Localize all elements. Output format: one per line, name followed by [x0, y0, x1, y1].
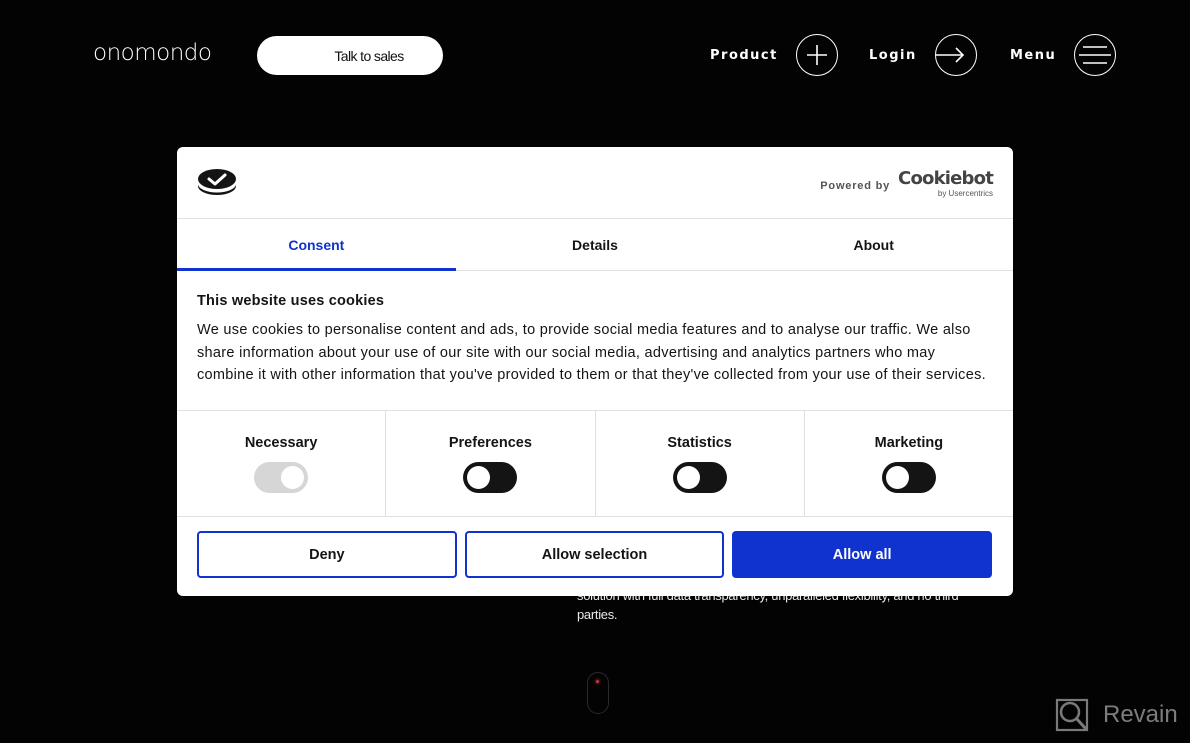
nav-menu-label: Menu: [1010, 47, 1057, 63]
category-necessary: Necessary: [177, 411, 387, 516]
necessary-toggle: [254, 462, 309, 493]
cookie-consent-dialog: Powered by Cookiebot by Usercentrics Con…: [177, 147, 1013, 596]
revain-watermark: Revain: [1055, 698, 1178, 732]
scroll-dot: [596, 680, 599, 683]
marketing-toggle[interactable]: [881, 462, 936, 493]
allow-all-button[interactable]: Allow all: [732, 531, 993, 578]
category-preferences: Preferences: [386, 411, 596, 516]
onomondo-logo[interactable]: onomondo: [93, 40, 212, 66]
consent-title: This website uses cookies: [197, 293, 385, 309]
arrow-right-icon[interactable]: [934, 34, 977, 76]
consent-body: This website uses cookies We use cookies…: [177, 271, 1013, 411]
talk-to-sales-button[interactable]: Talk to sales: [257, 36, 443, 75]
nav-product-label: Product: [710, 47, 778, 63]
category-label: Statistics: [667, 435, 732, 451]
toggle-knob: [281, 466, 305, 489]
cookiebot-brand: Cookiebot by Usercentrics: [898, 168, 994, 199]
plus-icon[interactable]: [795, 34, 838, 76]
scroll-mouse-icon: [587, 672, 609, 714]
dialog-header: Powered by Cookiebot by Usercentrics: [177, 147, 1013, 219]
category-label: Marketing: [874, 435, 944, 451]
cookiebot-check-icon: [198, 169, 236, 195]
category-statistics: Statistics: [596, 411, 805, 516]
dialog-actions: Deny Allow selection Allow all: [177, 517, 1013, 578]
category-label: Preferences: [448, 435, 532, 451]
hamburger-icon[interactable]: [1074, 34, 1117, 76]
statistics-toggle[interactable]: [672, 462, 727, 493]
nav-login[interactable]: Login: [869, 34, 977, 76]
consent-description: We use cookies to personalise content an…: [197, 322, 986, 383]
revain-label: Revain: [1103, 701, 1178, 728]
preferences-toggle[interactable]: [463, 462, 518, 493]
nav-menu[interactable]: Menu: [1010, 34, 1117, 76]
category-marketing: Marketing: [805, 411, 1013, 516]
powered-by-label: Powered by: [820, 180, 891, 192]
tab-about[interactable]: About: [734, 219, 1013, 270]
category-label: Necessary: [244, 435, 318, 451]
nav-product[interactable]: Product: [710, 34, 838, 76]
toggle-knob: [885, 466, 909, 489]
nav-login-label: Login: [869, 47, 917, 63]
toggle-knob: [467, 466, 491, 489]
tab-consent[interactable]: Consent: [177, 219, 456, 271]
toggle-knob: [676, 466, 700, 489]
revain-logo-icon: [1055, 698, 1089, 732]
deny-button[interactable]: Deny: [197, 531, 457, 578]
cookie-categories: Necessary Preferences Statistics Marketi…: [177, 411, 1013, 517]
cookiebot-name: Cookiebot: [898, 168, 994, 189]
allow-selection-button[interactable]: Allow selection: [464, 531, 725, 578]
cookiebot-sub: by Usercentrics: [937, 189, 993, 198]
powered-by-cookiebot[interactable]: Powered by Cookiebot by Usercentrics: [820, 168, 994, 199]
dialog-tabs: Consent Details About: [177, 219, 1013, 271]
tab-details[interactable]: Details: [456, 219, 735, 270]
